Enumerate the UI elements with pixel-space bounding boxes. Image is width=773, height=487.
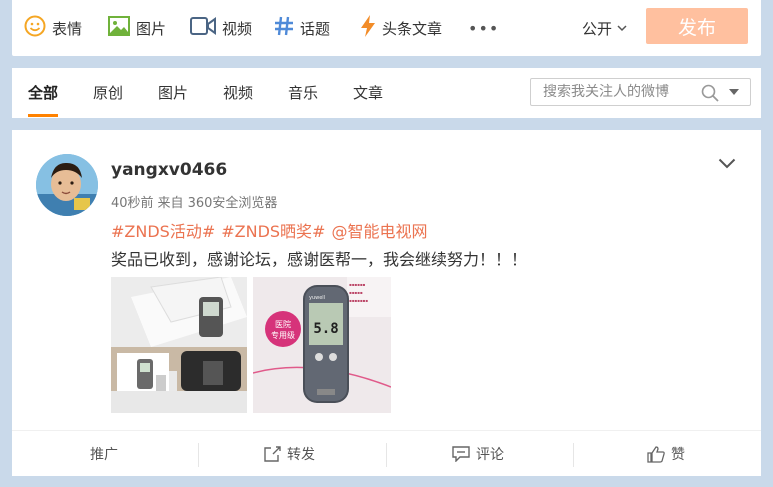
topic-button[interactable]: 话题 bbox=[274, 14, 330, 42]
search-dropdown-icon[interactable] bbox=[729, 89, 739, 95]
forward-label: 转发 bbox=[287, 447, 315, 463]
divider bbox=[573, 443, 574, 467]
smiley-icon bbox=[24, 15, 46, 41]
post-tags: #ZNDS活动# #ZNDS晒奖# @智能电视网 bbox=[111, 218, 433, 242]
video-label: 视频 bbox=[222, 19, 253, 38]
photo-reading-text: 5.8 bbox=[313, 321, 338, 337]
post-image[interactable]: ▪▪▪▪▪▪ ▪▪▪▪▪ ▪▪▪▪▪▪▪ 医院 专用级 yuwell 5.8 bbox=[253, 277, 391, 413]
divider bbox=[198, 443, 199, 467]
hashtag-icon bbox=[274, 16, 294, 40]
more-button[interactable]: ••• bbox=[468, 14, 499, 42]
tab-images[interactable]: 图片 bbox=[158, 82, 188, 103]
topic-link[interactable]: #ZNDS晒奖# bbox=[221, 222, 325, 241]
forward-button[interactable]: 转发 bbox=[264, 431, 315, 477]
photo-badge-line1: 医院 bbox=[275, 319, 291, 329]
topic-link[interactable]: #ZNDS活动# bbox=[111, 222, 215, 241]
post-menu-chevron-icon[interactable] bbox=[718, 154, 736, 173]
active-tab-indicator bbox=[28, 114, 58, 117]
source-prefix: 来自 bbox=[157, 196, 184, 211]
video-icon bbox=[190, 16, 216, 40]
share-icon bbox=[264, 446, 281, 462]
emoji-label: 表情 bbox=[52, 19, 83, 38]
image-icon bbox=[108, 16, 130, 40]
post-source[interactable]: 360安全浏览器 bbox=[188, 196, 278, 211]
search-icon[interactable] bbox=[701, 84, 719, 106]
photo-badge-line2: 专用级 bbox=[271, 330, 295, 340]
feed-post: yangxv0466 40秒前 来自 360安全浏览器 #ZNDS活动# #ZNDS晒… bbox=[12, 130, 761, 476]
like-label: 赞 bbox=[671, 447, 685, 463]
more-icon: ••• bbox=[468, 18, 500, 38]
svg-text:▪▪▪▪▪▪▪: ▪▪▪▪▪▪▪ bbox=[349, 298, 368, 303]
promote-label: 推广 bbox=[90, 447, 118, 463]
avatar[interactable] bbox=[36, 154, 98, 216]
chevron-down-icon bbox=[617, 24, 627, 32]
video-button[interactable]: 视频 bbox=[190, 14, 252, 42]
photo-brand-text: yuwell bbox=[309, 295, 325, 301]
comment-icon bbox=[452, 446, 470, 462]
comment-button[interactable]: 评论 bbox=[452, 431, 504, 477]
publish-button[interactable]: 发布 bbox=[646, 8, 748, 44]
tab-videos[interactable]: 视频 bbox=[223, 82, 253, 103]
image-button[interactable]: 图片 bbox=[108, 14, 166, 42]
search-box bbox=[530, 78, 751, 106]
tab-music[interactable]: 音乐 bbox=[288, 82, 318, 103]
article-button[interactable]: 头条文章 bbox=[360, 14, 442, 42]
comment-label: 评论 bbox=[476, 447, 504, 463]
tab-original[interactable]: 原创 bbox=[93, 82, 123, 103]
tab-all[interactable]: 全部 bbox=[28, 82, 58, 103]
emoji-button[interactable]: 表情 bbox=[24, 14, 82, 42]
article-label: 头条文章 bbox=[382, 19, 443, 38]
topic-label: 话题 bbox=[300, 19, 331, 38]
divider bbox=[386, 443, 387, 467]
image-label: 图片 bbox=[136, 19, 167, 38]
composer-toolbar: 表情 图片 视频 话题 头条文章 ••• 公开 发布 bbox=[12, 0, 761, 56]
post-time[interactable]: 40秒前 bbox=[111, 196, 154, 211]
post-text: 奖品已收到，感谢论坛，感谢医帮一，我会继续努力！！！ bbox=[111, 250, 528, 269]
lightning-icon bbox=[360, 15, 376, 41]
username[interactable]: yangxv0466 bbox=[111, 160, 227, 180]
search-input[interactable] bbox=[531, 79, 703, 105]
thumbs-up-icon bbox=[647, 445, 665, 463]
like-button[interactable]: 赞 bbox=[647, 431, 685, 477]
post-image[interactable] bbox=[111, 277, 247, 413]
svg-text:▪▪▪▪▪: ▪▪▪▪▪ bbox=[349, 290, 363, 295]
mention-link[interactable]: @智能电视网 bbox=[331, 222, 427, 241]
post-meta: 40秒前 来自 360安全浏览器 bbox=[111, 192, 281, 211]
promote-button[interactable]: 推广 bbox=[90, 431, 118, 477]
tab-articles[interactable]: 文章 bbox=[353, 82, 383, 103]
post-actions: 推广 转发 评论 赞 bbox=[12, 430, 761, 477]
feed-tabs: 全部 原创 图片 视频 音乐 文章 bbox=[12, 68, 761, 118]
visibility-label: 公开 bbox=[582, 19, 613, 38]
svg-text:▪▪▪▪▪▪: ▪▪▪▪▪▪ bbox=[349, 282, 366, 287]
visibility-dropdown[interactable]: 公开 bbox=[582, 14, 627, 42]
